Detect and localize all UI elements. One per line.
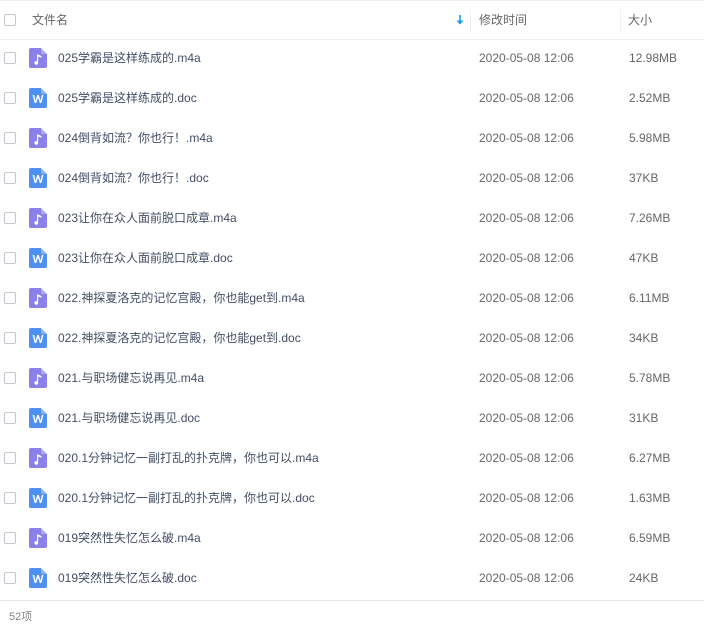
file-list: 文件名 修改时间 大小 025学霸是这样练成的.m4a 2020-05-08 1… <box>0 0 704 600</box>
file-row[interactable]: 023让你在众人面前脱口成章.m4a 2020-05-08 12:06 7.26… <box>0 198 704 238</box>
select-all-checkbox[interactable] <box>4 14 16 26</box>
file-modified-time: 2020-05-08 12:06 <box>479 451 574 465</box>
word-doc-icon <box>29 328 47 348</box>
file-size: 6.59MB <box>629 531 671 545</box>
file-name[interactable]: 024倒背如流？你也行！.m4a <box>58 118 213 158</box>
file-size: 12.98MB <box>629 51 678 65</box>
music-note-icon <box>29 208 47 228</box>
column-divider[interactable] <box>620 9 621 33</box>
file-modified-time: 2020-05-08 12:06 <box>479 51 574 65</box>
file-size: 6.11MB <box>629 291 670 305</box>
file-row[interactable]: 020.1分钟记忆一副打乱的扑克牌，你也可以.doc 2020-05-08 12… <box>0 478 704 518</box>
file-modified-time: 2020-05-08 12:06 <box>479 291 574 305</box>
row-checkbox[interactable] <box>4 572 16 584</box>
row-checkbox[interactable] <box>4 132 16 144</box>
column-header-size[interactable]: 大小 <box>628 1 698 39</box>
file-name[interactable]: 025学霸是这样练成的.doc <box>58 78 197 118</box>
row-checkbox[interactable] <box>4 412 16 424</box>
file-modified-time: 2020-05-08 12:06 <box>479 131 574 145</box>
music-note-icon <box>29 528 47 548</box>
file-size: 37KB <box>629 171 659 185</box>
file-name[interactable]: 019突然性失忆怎么破.doc <box>58 558 197 598</box>
music-note-icon <box>29 128 47 148</box>
row-checkbox[interactable] <box>4 52 16 64</box>
file-name[interactable]: 021.与职场健忘说再见.m4a <box>58 358 204 398</box>
file-size: 31KB <box>629 411 659 425</box>
file-row[interactable]: 019突然性失忆怎么破.doc 2020-05-08 12:06 24KB <box>0 558 704 598</box>
file-row[interactable]: 020.1分钟记忆一副打乱的扑克牌，你也可以.m4a 2020-05-08 12… <box>0 438 704 478</box>
file-modified-time: 2020-05-08 12:06 <box>479 371 574 385</box>
column-header-name[interactable]: 文件名 <box>32 1 452 39</box>
file-row[interactable]: 025学霸是这样练成的.doc 2020-05-08 12:06 2.52MB <box>0 78 704 118</box>
file-name[interactable]: 023让你在众人面前脱口成章.doc <box>58 238 233 278</box>
file-size: 34KB <box>629 331 659 345</box>
word-doc-icon <box>29 88 47 108</box>
column-divider[interactable] <box>470 9 471 33</box>
item-count: 52项 <box>9 611 33 623</box>
file-row[interactable]: 022.神探夏洛克的记忆宫殿，你也能get到.m4a 2020-05-08 12… <box>0 278 704 318</box>
file-name[interactable]: 020.1分钟记忆一副打乱的扑克牌，你也可以.doc <box>58 478 315 518</box>
row-checkbox[interactable] <box>4 492 16 504</box>
file-size: 47KB <box>629 251 659 265</box>
row-checkbox[interactable] <box>4 212 16 224</box>
music-note-icon <box>29 368 47 388</box>
file-name[interactable]: 024倒背如流？你也行！.doc <box>58 158 209 198</box>
file-size: 6.27MB <box>629 451 671 465</box>
file-modified-time: 2020-05-08 12:06 <box>479 571 574 585</box>
file-row[interactable]: 024倒背如流？你也行！.m4a 2020-05-08 12:06 5.98MB <box>0 118 704 158</box>
word-doc-icon <box>29 408 47 428</box>
file-row[interactable]: 025学霸是这样练成的.m4a 2020-05-08 12:06 12.98MB <box>0 38 704 78</box>
file-rows: 025学霸是这样练成的.m4a 2020-05-08 12:06 12.98MB… <box>0 38 704 598</box>
word-doc-icon <box>29 568 47 588</box>
row-checkbox[interactable] <box>4 452 16 464</box>
file-modified-time: 2020-05-08 12:06 <box>479 171 574 185</box>
file-row[interactable]: 021.与职场健忘说再见.doc 2020-05-08 12:06 31KB <box>0 398 704 438</box>
status-bar: 52项 <box>0 600 704 628</box>
file-modified-time: 2020-05-08 12:06 <box>479 411 574 425</box>
file-size: 7.26MB <box>629 211 671 225</box>
word-doc-icon <box>29 168 47 188</box>
sort-down-arrow-icon[interactable] <box>455 14 465 26</box>
file-modified-time: 2020-05-08 12:06 <box>479 251 574 265</box>
music-note-icon <box>29 448 47 468</box>
file-row[interactable]: 022.神探夏洛克的记忆宫殿，你也能get到.doc 2020-05-08 12… <box>0 318 704 358</box>
file-size: 5.78MB <box>629 371 671 385</box>
music-note-icon <box>29 288 47 308</box>
file-row[interactable]: 024倒背如流？你也行！.doc 2020-05-08 12:06 37KB <box>0 158 704 198</box>
file-row[interactable]: 023让你在众人面前脱口成章.doc 2020-05-08 12:06 47KB <box>0 238 704 278</box>
file-modified-time: 2020-05-08 12:06 <box>479 531 574 545</box>
file-row[interactable]: 021.与职场健忘说再见.m4a 2020-05-08 12:06 5.78MB <box>0 358 704 398</box>
row-checkbox[interactable] <box>4 332 16 344</box>
row-checkbox[interactable] <box>4 292 16 304</box>
file-size: 24KB <box>629 571 659 585</box>
file-name[interactable]: 025学霸是这样练成的.m4a <box>58 38 201 78</box>
file-size: 5.98MB <box>629 131 671 145</box>
file-row[interactable]: 019突然性失忆怎么破.m4a 2020-05-08 12:06 6.59MB <box>0 518 704 558</box>
file-modified-time: 2020-05-08 12:06 <box>479 491 574 505</box>
word-doc-icon <box>29 248 47 268</box>
file-modified-time: 2020-05-08 12:06 <box>479 331 574 345</box>
file-list-header: 文件名 修改时间 大小 <box>0 0 704 40</box>
file-size: 1.63MB <box>629 491 671 505</box>
file-modified-time: 2020-05-08 12:06 <box>479 91 574 105</box>
row-checkbox[interactable] <box>4 372 16 384</box>
file-name[interactable]: 022.神探夏洛克的记忆宫殿，你也能get到.doc <box>58 318 301 358</box>
file-name[interactable]: 020.1分钟记忆一副打乱的扑克牌，你也可以.m4a <box>58 438 319 478</box>
file-name[interactable]: 023让你在众人面前脱口成章.m4a <box>58 198 237 238</box>
file-name[interactable]: 019突然性失忆怎么破.m4a <box>58 518 201 558</box>
word-doc-icon <box>29 488 47 508</box>
row-checkbox[interactable] <box>4 172 16 184</box>
file-size: 2.52MB <box>629 91 671 105</box>
row-checkbox[interactable] <box>4 92 16 104</box>
column-header-modified[interactable]: 修改时间 <box>479 1 609 39</box>
row-checkbox[interactable] <box>4 532 16 544</box>
file-name[interactable]: 021.与职场健忘说再见.doc <box>58 398 200 438</box>
file-modified-time: 2020-05-08 12:06 <box>479 211 574 225</box>
file-name[interactable]: 022.神探夏洛克的记忆宫殿，你也能get到.m4a <box>58 278 305 318</box>
row-checkbox[interactable] <box>4 252 16 264</box>
music-note-icon <box>29 48 47 68</box>
